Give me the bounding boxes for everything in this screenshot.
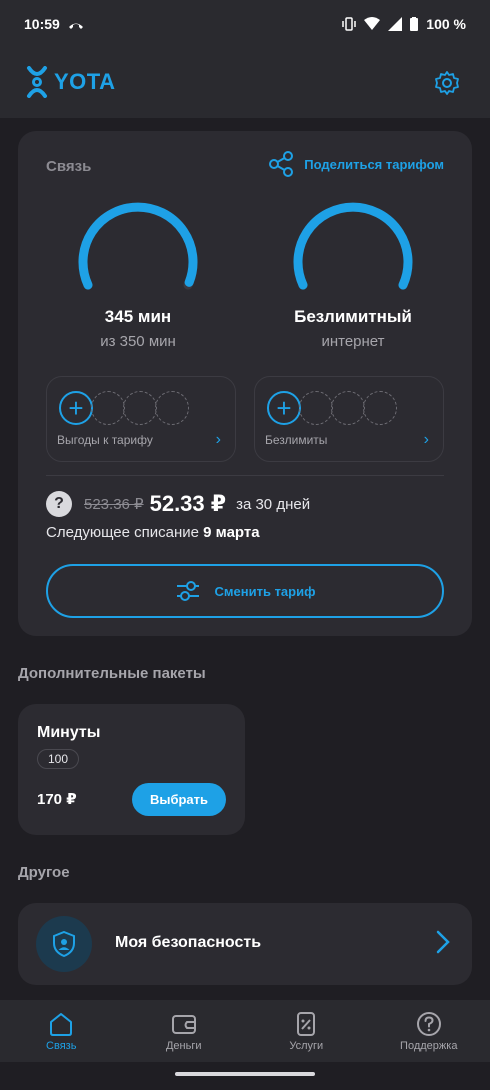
- package-title: Минуты: [37, 724, 101, 741]
- vibrate-icon: [342, 17, 357, 31]
- status-time: 10:59: [24, 16, 60, 32]
- empty-slot: [331, 391, 365, 425]
- price-row: ? 523.36 ₽ 52.33 ₽ за 30 дней: [46, 491, 310, 517]
- security-label: Моя безопасность: [115, 934, 262, 951]
- share-icon: [269, 151, 294, 177]
- divider: [46, 475, 444, 476]
- unlimited-slots: +: [267, 391, 397, 425]
- nav-label: Поддержка: [400, 1039, 458, 1052]
- yota-logo: YOTA: [26, 66, 115, 98]
- my-security-item[interactable]: Моя безопасность: [18, 903, 472, 985]
- empty-slot: [363, 391, 397, 425]
- wifi-icon: [364, 17, 381, 30]
- sliders-icon: [176, 581, 199, 601]
- nav-item-services[interactable]: Услуги: [245, 1000, 368, 1062]
- chevron-right-icon: ›: [215, 431, 221, 448]
- change-plan-button[interactable]: Сменить тариф: [46, 564, 444, 618]
- nav-label: Услуги: [289, 1039, 324, 1052]
- empty-slot: [299, 391, 333, 425]
- package-price: 170 ₽: [37, 791, 77, 808]
- empty-slot: [123, 391, 157, 425]
- price-help-icon[interactable]: ?: [46, 491, 72, 517]
- percent-doc-icon: [297, 1011, 316, 1036]
- gear-icon[interactable]: [434, 70, 460, 96]
- battery-level: 100 %: [426, 16, 466, 32]
- status-bar: 10:59 100 %: [0, 0, 490, 48]
- benefit-slots: +: [59, 391, 189, 425]
- nav-item-connection[interactable]: Связь: [0, 1000, 123, 1062]
- home-indicator[interactable]: [175, 1072, 315, 1076]
- empty-slot: [91, 391, 125, 425]
- other-section-title: Другое: [18, 864, 70, 881]
- chevron-right-icon: [436, 930, 450, 954]
- wallet-icon: [171, 1014, 196, 1034]
- benefits-label: Выгоды к тарифу: [57, 433, 153, 447]
- share-plan-button[interactable]: Поделиться тарифом: [268, 151, 444, 177]
- missed-call-icon: [68, 23, 83, 29]
- old-price: 523.36 ₽: [84, 496, 144, 513]
- plan-card: Связь Поделиться тарифом 345 мин из 350 …: [18, 131, 472, 636]
- unlimited-label: Безлимиты: [265, 433, 328, 447]
- minutes-gauge: [78, 202, 198, 290]
- nav-item-support[interactable]: Поддержка: [368, 1000, 490, 1062]
- yota-logo-icon: [27, 66, 47, 98]
- app-header: YOTA: [0, 48, 490, 118]
- battery-icon: [410, 17, 419, 31]
- internet-value: Безлимитный: [294, 307, 412, 326]
- change-plan-label: Сменить тариф: [214, 583, 316, 599]
- select-package-button[interactable]: Выбрать: [132, 783, 226, 816]
- plan-section-title: Связь: [46, 158, 92, 175]
- benefits-box[interactable]: + Выгоды к тарифу ›: [46, 376, 236, 462]
- internet-sub: интернет: [321, 333, 385, 350]
- internet-gauge: [293, 202, 413, 290]
- next-charge: Следующее списание 9 марта: [46, 524, 260, 541]
- home-icon: [50, 1012, 73, 1036]
- minutes-package-card: Минуты 100 170 ₽ Выбрать: [18, 704, 245, 835]
- minutes-sub: из 350 мин: [100, 333, 176, 350]
- signal-icon: [388, 17, 403, 31]
- billing-period: за 30 дней: [236, 495, 311, 513]
- extra-packages-title: Дополнительные пакеты: [18, 665, 206, 682]
- minutes-value: 345 мин: [104, 307, 172, 326]
- bottom-nav: Связь Деньги Услуги Поддержка: [0, 1000, 490, 1062]
- nav-label: Деньги: [165, 1039, 202, 1052]
- next-charge-prefix: Следующее списание: [46, 524, 199, 541]
- security-icon-wrap: [36, 916, 92, 972]
- unlimited-box[interactable]: + Безлимиты ›: [254, 376, 444, 462]
- nav-item-money[interactable]: Деньги: [123, 1000, 246, 1062]
- chevron-right-icon: ›: [423, 431, 429, 448]
- share-plan-label: Поделиться тарифом: [304, 156, 444, 172]
- package-amount-chip: 100: [37, 749, 80, 769]
- add-unlimited-icon[interactable]: +: [267, 391, 301, 425]
- help-icon: [416, 1011, 441, 1036]
- brand-name: YOTA: [54, 69, 116, 94]
- nav-label: Связь: [46, 1039, 77, 1052]
- new-price: 52.33 ₽: [149, 491, 227, 516]
- empty-slot: [155, 391, 189, 425]
- add-benefit-icon[interactable]: +: [59, 391, 93, 425]
- next-charge-date: 9 марта: [203, 524, 260, 541]
- shield-user-icon: [53, 931, 75, 957]
